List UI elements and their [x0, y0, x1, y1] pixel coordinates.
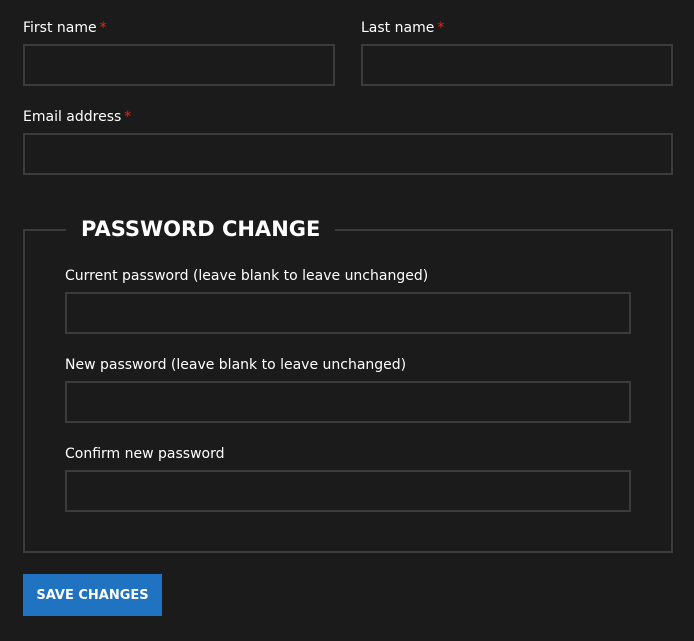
confirm-password-label: Confirm new password [65, 446, 225, 462]
password-change-legend: PASSWORD CHANGE [66, 214, 336, 244]
last-name-label: Last name * [361, 19, 444, 37]
new-password-label: New password (leave blank to leave uncha… [65, 357, 407, 373]
email-label: Email address * [23, 108, 131, 126]
email-label-text: Email address [23, 109, 122, 125]
last-name-label-text: Last name [361, 20, 435, 36]
first-name-input[interactable] [23, 44, 335, 86]
first-name-label-text: First name [23, 20, 97, 36]
email-input[interactable] [23, 133, 673, 175]
new-password-input[interactable] [65, 381, 631, 423]
required-marker: * [124, 109, 132, 125]
save-changes-button[interactable]: SAVE CHANGES [23, 574, 162, 616]
required-marker: * [437, 20, 445, 36]
confirm-password-input[interactable] [65, 470, 631, 512]
first-name-label: First name * [23, 19, 107, 37]
required-marker: * [99, 20, 107, 36]
current-password-input[interactable] [65, 292, 631, 334]
last-name-input[interactable] [361, 44, 673, 86]
current-password-label: Current password (leave blank to leave u… [65, 268, 429, 284]
